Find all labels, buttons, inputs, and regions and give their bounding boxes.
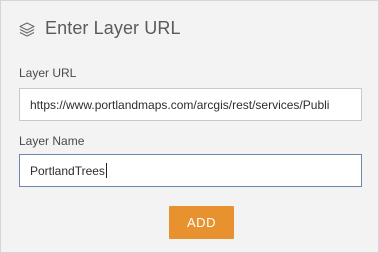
panel-title: Enter Layer URL [45, 18, 181, 38]
panel-header: Enter Layer URL [19, 18, 181, 39]
layer-name-input[interactable]: PortlandTrees [19, 154, 362, 187]
text-caret [105, 163, 107, 178]
layers-icon [19, 21, 35, 37]
layer-name-value: PortlandTrees [30, 163, 105, 178]
layer-name-label: Layer Name [19, 134, 85, 148]
layer-url-input[interactable]: https://www.portlandmaps.com/arcgis/rest… [19, 88, 362, 121]
layer-url-label: Layer URL [19, 66, 77, 80]
layer-url-value: https://www.portlandmaps.com/arcgis/rest… [30, 97, 330, 112]
add-button[interactable]: ADD [169, 206, 234, 239]
enter-layer-url-panel: Enter Layer URL Layer URL https://www.po… [0, 0, 379, 253]
